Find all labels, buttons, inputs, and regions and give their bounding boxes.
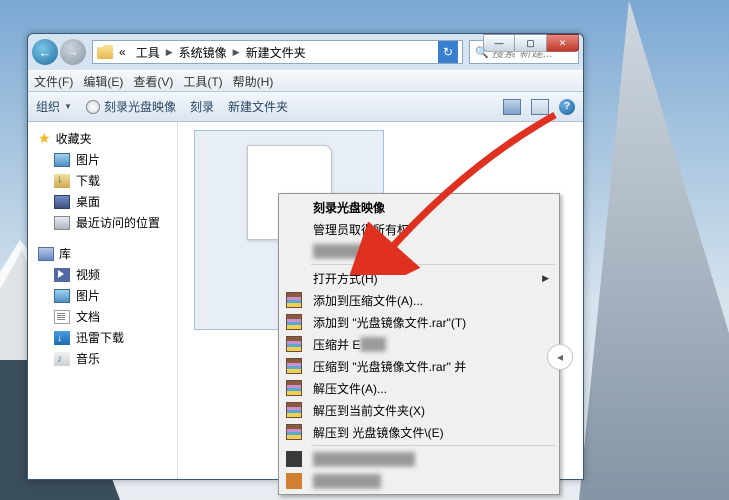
maximize-button[interactable]: ▢ bbox=[515, 34, 547, 52]
rar-icon bbox=[286, 380, 302, 396]
recent-icon bbox=[54, 216, 70, 230]
video-icon bbox=[54, 268, 70, 282]
picture-icon bbox=[54, 153, 70, 167]
color-icon bbox=[286, 451, 302, 467]
new-folder-button[interactable]: 新建文件夹 bbox=[228, 98, 288, 115]
music-icon bbox=[54, 352, 70, 366]
breadcrumb-p2[interactable]: 系统镜像 bbox=[175, 44, 231, 61]
folder-icon bbox=[97, 45, 113, 59]
sidebar-item-downloads[interactable]: 下载 bbox=[28, 170, 177, 191]
document-icon bbox=[54, 310, 70, 324]
separator bbox=[311, 445, 555, 446]
nav-back-button[interactable]: ← bbox=[32, 39, 58, 65]
rar-icon bbox=[286, 424, 302, 440]
ctx-extract-here[interactable]: 解压到当前文件夹(X) bbox=[281, 399, 557, 421]
ctx-add-archive[interactable]: 添加到压缩文件(A)... bbox=[281, 289, 557, 311]
download-icon bbox=[54, 174, 70, 188]
preview-pane-button[interactable] bbox=[531, 99, 549, 115]
menu-tools[interactable]: 工具(T) bbox=[183, 73, 222, 90]
rar-icon bbox=[286, 292, 302, 308]
minimize-button[interactable]: — bbox=[483, 34, 515, 52]
chevron-right-icon: ▶ bbox=[542, 273, 549, 284]
context-menu: 刻录光盘映像 管理员取得所有权 ████████ 打开方式(H)▶ 添加到压缩文… bbox=[278, 193, 560, 495]
desktop-icon bbox=[54, 195, 70, 209]
sidebar-item-desktop[interactable]: 桌面 bbox=[28, 191, 177, 212]
breadcrumb-p3[interactable]: 新建文件夹 bbox=[242, 44, 310, 61]
sidebar-item-xunlei[interactable]: 迅雷下载 bbox=[28, 327, 177, 348]
address-bar[interactable]: « 工具 ▶ 系统镜像 ▶ 新建文件夹 ↻ bbox=[92, 40, 463, 64]
refresh-button[interactable]: ↻ bbox=[438, 41, 458, 63]
ctx-open-with[interactable]: 打开方式(H)▶ bbox=[281, 267, 557, 289]
organize-button[interactable]: 组织 ▼ bbox=[36, 98, 72, 115]
view-options-button[interactable] bbox=[503, 99, 521, 115]
chevron-right-icon: ▶ bbox=[233, 47, 240, 58]
picture-icon bbox=[54, 289, 70, 303]
burn-button[interactable]: 刻录 bbox=[190, 98, 214, 115]
sidebar-libraries-header[interactable]: 库 bbox=[28, 243, 177, 264]
ctx-admin-own[interactable]: 管理员取得所有权 bbox=[281, 218, 557, 240]
sidebar-item-pictures[interactable]: 图片 bbox=[28, 149, 177, 170]
ctx-blurred-2[interactable]: ████████████ bbox=[281, 448, 557, 470]
breadcrumb-p1[interactable]: 工具 bbox=[132, 44, 164, 61]
xunlei-icon bbox=[54, 331, 70, 345]
ctx-blurred-1[interactable]: ████████ bbox=[281, 240, 557, 262]
sidebar: ★收藏夹 图片 下载 桌面 最近访问的位置 库 视频 图片 文档 迅雷下载 音乐 bbox=[28, 122, 178, 480]
sidebar-item-recent[interactable]: 最近访问的位置 bbox=[28, 212, 177, 233]
close-button[interactable]: ✕ bbox=[547, 34, 579, 52]
menu-help[interactable]: 帮助(H) bbox=[233, 73, 274, 90]
rar-icon bbox=[286, 336, 302, 352]
burn-image-button[interactable]: 刻录光盘映像 bbox=[86, 98, 176, 115]
color-icon bbox=[286, 473, 302, 489]
chevron-right-icon: ▶ bbox=[166, 47, 173, 58]
sidebar-item-documents[interactable]: 文档 bbox=[28, 306, 177, 327]
library-icon bbox=[38, 247, 54, 261]
ctx-add-rar[interactable]: 添加到 "光盘镜像文件.rar"(T) bbox=[281, 311, 557, 333]
sidebar-item-music[interactable]: 音乐 bbox=[28, 348, 177, 369]
help-icon[interactable]: ? bbox=[559, 99, 575, 115]
menubar: 文件(F) 编辑(E) 查看(V) 工具(T) 帮助(H) bbox=[28, 70, 583, 92]
separator bbox=[311, 264, 555, 265]
rar-icon bbox=[286, 402, 302, 418]
breadcrumb-back[interactable]: « bbox=[115, 45, 130, 59]
star-icon: ★ bbox=[38, 130, 51, 147]
menu-view[interactable]: 查看(V) bbox=[133, 73, 173, 90]
menu-edit[interactable]: 编辑(E) bbox=[83, 73, 123, 90]
ctx-burn-image[interactable]: 刻录光盘映像 bbox=[281, 196, 557, 218]
sidebar-item-video[interactable]: 视频 bbox=[28, 264, 177, 285]
ctx-blurred-3[interactable]: ████████ bbox=[281, 470, 557, 492]
window-caption-buttons: — ▢ ✕ bbox=[483, 34, 579, 52]
ctx-compress-to[interactable]: 压缩到 "光盘镜像文件.rar" 并 bbox=[281, 355, 557, 377]
rar-icon bbox=[286, 358, 302, 374]
ctx-compress-and[interactable]: 压缩并 E███ bbox=[281, 333, 557, 355]
ctx-extract[interactable]: 解压文件(A)... bbox=[281, 377, 557, 399]
menu-file[interactable]: 文件(F) bbox=[34, 73, 73, 90]
sidebar-favorites-header[interactable]: ★收藏夹 bbox=[28, 128, 177, 149]
toolbar: 组织 ▼ 刻录光盘映像 刻录 新建文件夹 ? bbox=[28, 92, 583, 122]
sidebar-item-pictures-lib[interactable]: 图片 bbox=[28, 285, 177, 306]
scroll-indicator[interactable]: ◂ bbox=[547, 344, 573, 370]
nav-forward-button[interactable]: → bbox=[60, 39, 86, 65]
ctx-extract-to[interactable]: 解压到 光盘镜像文件\(E) bbox=[281, 421, 557, 443]
rar-icon bbox=[286, 314, 302, 330]
